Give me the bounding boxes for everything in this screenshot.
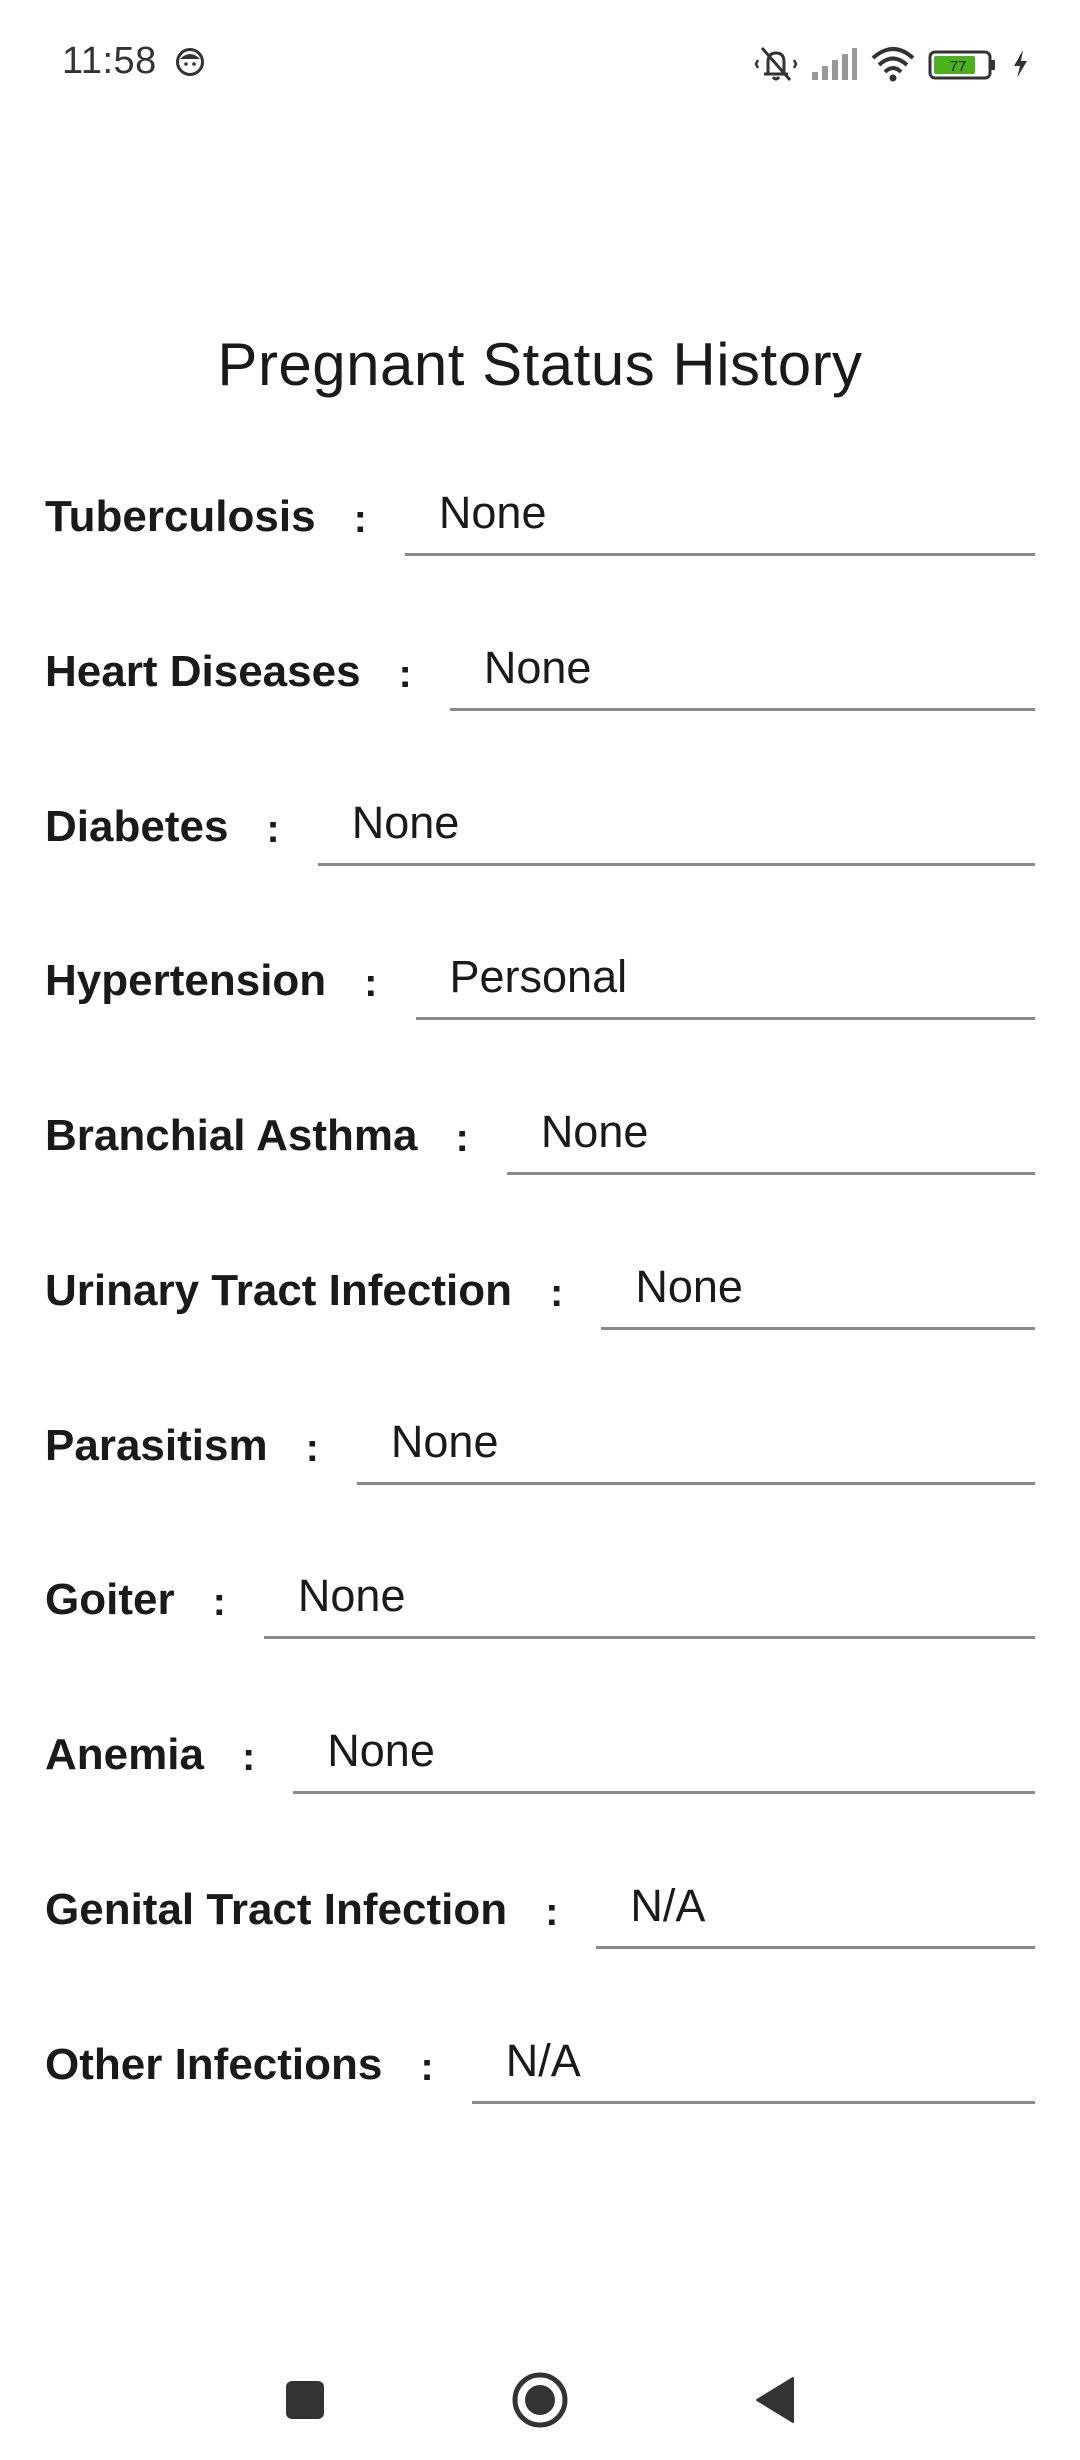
back-icon <box>756 2377 794 2423</box>
home-icon <box>512 2372 568 2428</box>
parasitism-field[interactable]: None <box>356 1405 1035 1485</box>
form-row-heart-diseases: Heart Diseases : None <box>45 621 1035 711</box>
status-bar: 11:58 77 <box>0 0 1080 130</box>
form-row-goiter: Goiter : None <box>45 1549 1035 1639</box>
urinary-tract-infection-field[interactable]: None <box>601 1250 1035 1330</box>
hypertension-field[interactable]: Personal <box>415 940 1035 1020</box>
status-time: 11:58 <box>62 40 157 82</box>
battery-icon: 77 <box>928 50 995 80</box>
branchial-asthma-field[interactable]: None <box>506 1095 1035 1175</box>
anemia-field[interactable]: None <box>293 1714 1035 1794</box>
row-colon: : <box>455 1116 469 1160</box>
other-infections-field[interactable]: N/A <box>471 2024 1035 2104</box>
recents-button[interactable] <box>265 2360 345 2440</box>
form-row-tuberculosis: Tuberculosis : None <box>45 466 1035 556</box>
diabetes-field[interactable]: None <box>317 786 1035 866</box>
row-value: None <box>483 642 592 693</box>
row-value: None <box>297 1570 406 1621</box>
signal-icon <box>812 48 857 80</box>
row-colon: : <box>266 807 280 851</box>
row-label: Goiter <box>45 1575 175 1624</box>
form-row-diabetes: Diabetes : None <box>45 776 1035 866</box>
row-value: N/A <box>505 2035 581 2086</box>
row-value: None <box>390 1416 499 1467</box>
row-colon: : <box>212 1580 226 1624</box>
row-label: Urinary Tract Infection <box>45 1266 513 1315</box>
form-row-hypertension: Hypertension : Personal <box>45 930 1035 1020</box>
mute-vibrate-icon <box>754 47 798 81</box>
row-label: Anemia <box>45 1730 204 1779</box>
status-icons: 77 <box>754 44 1030 84</box>
row-colon: : <box>550 1271 564 1315</box>
row-label: Diabetes <box>45 802 229 851</box>
row-label: Genital Tract Infection <box>45 1885 508 1934</box>
row-colon: : <box>364 961 378 1005</box>
row-colon: : <box>241 1735 256 1779</box>
form-row-branchial-asthma: Branchial Asthma : None <box>45 1085 1035 1175</box>
row-label: Tuberculosis <box>45 492 316 541</box>
row-colon: : <box>398 652 412 696</box>
row-value: None <box>327 1725 435 1776</box>
row-label: Branchial Asthma <box>45 1111 418 1160</box>
goiter-field[interactable]: None <box>263 1559 1035 1639</box>
row-value: N/A <box>630 1880 706 1931</box>
wifi-icon <box>871 47 915 82</box>
form-row-urinary-tract-infection: Urinary Tract Infection : None <box>45 1240 1035 1330</box>
page-title: Pregnant Status History <box>217 331 863 398</box>
row-label: Other Infections <box>45 2040 383 2089</box>
row-colon: : <box>545 1890 559 1934</box>
charging-icon <box>1014 50 1027 78</box>
home-button[interactable] <box>500 2360 580 2440</box>
face-icon <box>176 48 204 76</box>
row-colon: : <box>353 497 367 541</box>
recents-icon <box>286 2381 324 2419</box>
heart-diseases-field[interactable]: None <box>449 631 1035 711</box>
row-colon: : <box>305 1426 319 1470</box>
form-row-genital-tract-infection: Genital Tract Infection : N/A <box>45 1859 1035 1949</box>
row-colon: : <box>420 2045 434 2089</box>
genital-tract-infection-field[interactable]: N/A <box>596 1869 1035 1949</box>
form-row-other-infections: Other Infections : N/A <box>45 2014 1035 2104</box>
form-row-parasitism: Parasitism : None <box>45 1395 1035 1485</box>
battery-level: 77 <box>950 58 967 75</box>
row-value: Personal <box>449 951 628 1002</box>
row-value: None <box>438 487 547 538</box>
row-value: None <box>635 1261 743 1312</box>
row-label: Hypertension <box>45 956 327 1005</box>
row-label: Parasitism <box>45 1421 268 1470</box>
back-button[interactable] <box>735 2360 815 2440</box>
row-value: None <box>351 797 460 848</box>
row-label: Heart Diseases <box>45 647 361 696</box>
navigation-bar <box>0 2340 1080 2460</box>
tuberculosis-field[interactable]: None <box>404 476 1035 556</box>
row-value: None <box>540 1106 649 1157</box>
form-row-anemia: Anemia : None <box>45 1704 1035 1794</box>
